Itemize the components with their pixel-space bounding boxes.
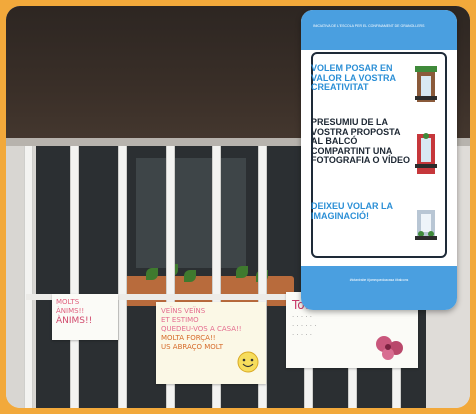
poster-top-banner xyxy=(301,10,457,50)
poster-bottom-banner xyxy=(301,266,457,310)
note-middle-line: QUEDEU-VOS A CASA!! xyxy=(161,325,242,333)
window-bar xyxy=(24,146,33,408)
note-left: MOLTS ÀNIMS!! ÀNIMS!! xyxy=(52,294,118,340)
plant-leaf xyxy=(236,266,248,278)
window-bar xyxy=(118,146,127,408)
note-left-line: ÀNIMS!! xyxy=(56,307,85,315)
plant-leaf xyxy=(146,268,158,280)
balcony-photo: MOLTS ÀNIMS!! ÀNIMS!! VEÏNS VEÏNS ET EST… xyxy=(6,6,470,408)
flower-drawing-icon xyxy=(376,336,403,360)
note-middle-line: MOLTA FORÇA!! xyxy=(161,334,216,342)
balcony-door-icon xyxy=(415,133,437,174)
poster-line-volem: VOLEM POSAR EN VALOR LA VOSTRA CREATIVIT… xyxy=(311,63,396,93)
note-middle-line: ET ESTIMO xyxy=(161,316,199,324)
plant-leaf xyxy=(184,270,196,282)
note-left-line: MOLTS xyxy=(56,298,80,306)
window-glass xyxy=(136,158,246,268)
poster-line-deixeu: DEIXEU VOLAR LA IMAGINACIÓ! xyxy=(311,201,393,221)
poster-footer: #totanirabe #jomequedoacasa #balcons xyxy=(349,278,409,282)
window-bar xyxy=(70,146,79,408)
smiley-icon xyxy=(237,351,259,373)
balcony-flowers-icon xyxy=(415,210,437,240)
note-middle: VEÏNS VEÏNS ET ESTIMO QUEDEU-VOS A CASA!… xyxy=(156,302,266,384)
poster-line-presumiu: PRESUMIU DE LA VOSTRA PROPOSTA AL BALCÓ … xyxy=(311,117,411,166)
note-right-line: · · · · · xyxy=(292,313,313,321)
poster-header: INICIATIVA DE L'ESCOLA PER EL CONFINAMEN… xyxy=(313,24,425,28)
balcony-plants-icon xyxy=(415,66,437,102)
poster: INICIATIVA DE L'ESCOLA PER EL CONFINAMEN… xyxy=(301,10,457,310)
note-middle-line: VEÏNS VEÏNS xyxy=(161,307,206,315)
note-left-line: ÀNIMS!! xyxy=(56,316,93,326)
